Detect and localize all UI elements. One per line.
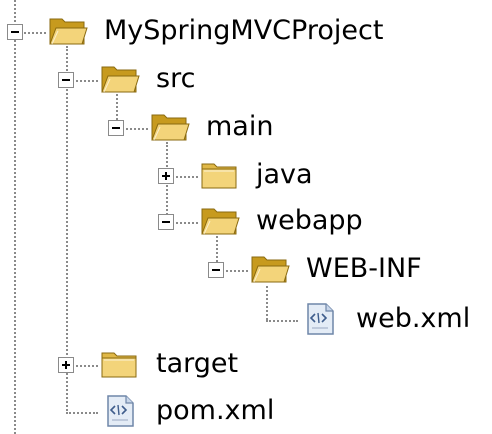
collapse-toggle[interactable]: [58, 72, 74, 88]
tree-node-label[interactable]: pom.xml: [156, 394, 274, 428]
tree-node-label[interactable]: main: [206, 110, 273, 144]
tree-connector: [14, 0, 16, 434]
tree-connector: [266, 286, 268, 320]
open-folder-icon[interactable]: [250, 252, 290, 286]
tree-node-label[interactable]: MySpringMVCProject: [104, 14, 383, 48]
tree-connector: [126, 128, 148, 130]
tree-connector: [66, 412, 98, 414]
xml-file-icon[interactable]: [300, 302, 340, 336]
expand-toggle[interactable]: [158, 168, 174, 184]
tree-connector: [76, 365, 98, 367]
tree-connector: [176, 176, 198, 178]
open-folder-icon[interactable]: [48, 14, 88, 48]
project-tree: MySpringMVCProject src main java webapp …: [0, 0, 492, 434]
tree-connector: [266, 320, 298, 322]
xml-file-icon[interactable]: [100, 394, 140, 428]
open-folder-icon[interactable]: [200, 204, 240, 238]
collapse-toggle[interactable]: [7, 24, 23, 40]
tree-node-label[interactable]: web.xml: [356, 302, 470, 336]
collapse-toggle[interactable]: [108, 120, 124, 136]
tree-node-label[interactable]: WEB-INF: [306, 252, 422, 286]
open-folder-icon[interactable]: [100, 62, 140, 96]
tree-connector: [226, 270, 248, 272]
tree-connector: [176, 222, 198, 224]
tree-node-label[interactable]: src: [156, 62, 195, 96]
closed-folder-icon[interactable]: [200, 158, 240, 192]
expand-toggle[interactable]: [58, 357, 74, 373]
tree-node-label[interactable]: java: [256, 158, 313, 192]
tree-node-label[interactable]: target: [156, 347, 238, 381]
collapse-toggle[interactable]: [158, 214, 174, 230]
collapse-toggle[interactable]: [208, 262, 224, 278]
tree-connector: [76, 80, 98, 82]
tree-node-label[interactable]: webapp: [256, 204, 363, 238]
closed-folder-icon[interactable]: [100, 347, 140, 381]
tree-connector: [24, 32, 46, 34]
open-folder-icon[interactable]: [150, 110, 190, 144]
